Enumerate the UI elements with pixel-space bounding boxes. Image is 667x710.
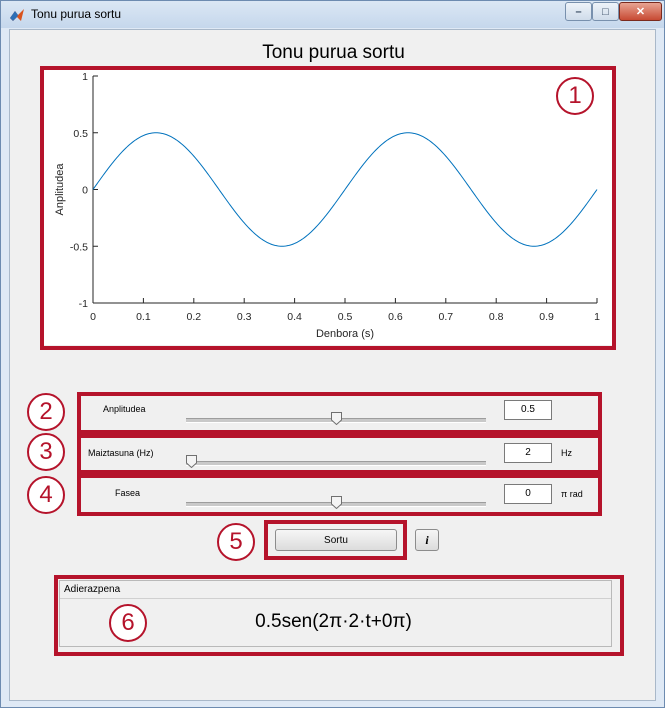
expression-panel-title: Adierazpena: [64, 584, 121, 595]
frequency-slider-thumb[interactable]: [186, 455, 197, 468]
amplitude-label: Anplitudea: [103, 404, 146, 414]
frequency-slider[interactable]: [186, 461, 486, 466]
annotation-badge-5: 5: [217, 523, 255, 561]
panel-divider: [60, 598, 611, 599]
annotation-badge-3: 3: [27, 433, 65, 471]
frequency-unit: Hz: [561, 448, 572, 458]
annotation-badge-4: 4: [27, 476, 65, 514]
annotation-badge-2: 2: [27, 393, 65, 431]
phase-label: Fasea: [115, 488, 141, 498]
info-icon: i: [425, 532, 429, 547]
annotation-frame-1: [40, 66, 616, 350]
phase-slider-thumb[interactable]: [330, 496, 342, 509]
expression-text: 0.5sen(2π·2·t+0π): [255, 611, 412, 632]
generate-button[interactable]: Sortu: [275, 529, 397, 551]
amplitude-input[interactable]: 0.5: [504, 400, 552, 420]
annotation-badge-1: 1: [556, 77, 594, 115]
phase-input[interactable]: 0: [504, 484, 552, 504]
info-button[interactable]: i: [415, 529, 439, 551]
frequency-input[interactable]: 2: [504, 443, 552, 463]
phase-unit: π rad: [561, 489, 583, 499]
amplitude-slider-thumb[interactable]: [330, 412, 342, 425]
frequency-label: Maiztasuna (Hz): [88, 448, 154, 458]
